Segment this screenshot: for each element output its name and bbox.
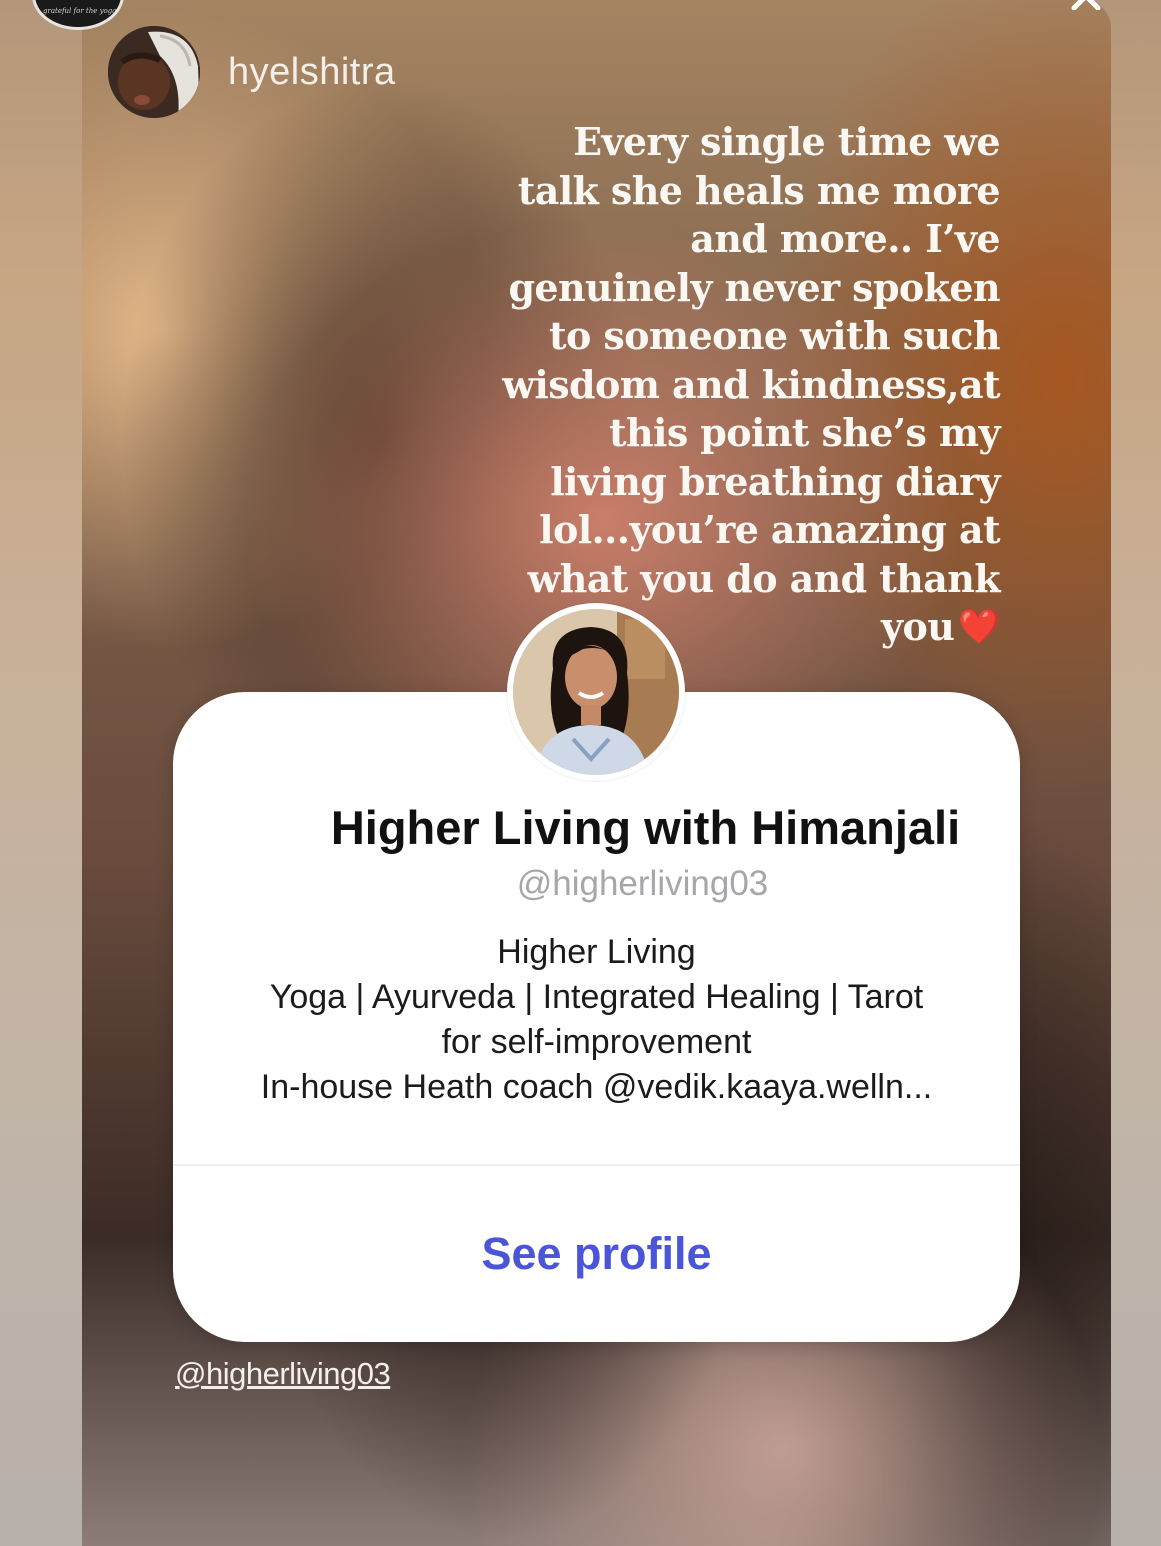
profile-handle: @higherliving03: [516, 864, 769, 903]
caption-line: wisdom and kindness,at: [502, 361, 1000, 407]
bio-line: for self-improvement: [441, 1023, 752, 1061]
profile-avatar-image: [513, 609, 679, 775]
caption-line: lol...you’re amazing at: [539, 507, 1000, 552]
profile-portrait-icon: [513, 609, 679, 775]
caption-line: genuinely never spoken: [508, 264, 1000, 310]
story-caption: Every single time we talk she heals me m…: [470, 118, 1000, 652]
bio-line: In-house Heath coach @vedik.kaaya.welln.…: [260, 1068, 933, 1106]
profile-bio: Higher Living Yoga | Ayurveda | Integrat…: [173, 930, 1020, 1110]
mention-sticker[interactable]: @higherliving03: [175, 1356, 391, 1392]
story-header: hyelshitra: [108, 26, 396, 118]
previous-story-avatar-text: grateful for the yoga: [43, 7, 117, 15]
avatar[interactable]: [108, 26, 200, 118]
see-profile-button[interactable]: See profile: [173, 1166, 1020, 1342]
caption-line: you: [881, 604, 955, 649]
close-icon[interactable]: [1068, 0, 1124, 10]
caption-line: this point she’s my: [609, 410, 1001, 455]
avatar-portrait-icon: [108, 26, 200, 118]
bio-line: Yoga | Ayurveda | Integrated Healing | T…: [269, 978, 924, 1016]
profile-name: Higher Living with Himanjali: [330, 801, 961, 854]
caption-line: talk she heals me more: [517, 167, 1001, 213]
bio-line: Higher Living: [497, 933, 696, 971]
caption-line: what you do and thank: [527, 555, 1001, 601]
poster-username[interactable]: hyelshitra: [228, 51, 396, 94]
heart-icon: ❤️: [958, 607, 1000, 647]
caption-line: Every single time we: [573, 119, 1001, 164]
profile-avatar[interactable]: [507, 603, 685, 781]
caption-line: and more.. I’ve: [690, 216, 1000, 261]
caption-line: to someone with such: [549, 313, 1001, 358]
caption-line: living breathing diary: [550, 458, 1000, 504]
